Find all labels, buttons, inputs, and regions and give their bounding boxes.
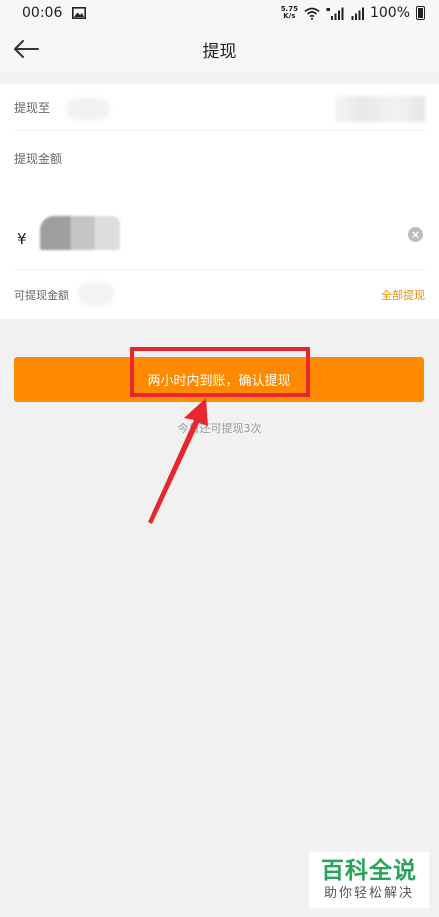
back-arrow-icon (14, 40, 39, 58)
account-name-mask (66, 98, 110, 120)
confirm-button-label: 两小时内到账，确认提现 (147, 374, 291, 389)
account-info-mask (335, 96, 425, 122)
amount-input-row[interactable]: ¥ × (14, 202, 425, 270)
signal-4g-icon (326, 7, 344, 20)
annotation-arrow-icon (148, 398, 208, 524)
watermark-subtitle: 助你轻松解决 (323, 886, 414, 901)
currency-symbol: ¥ (17, 230, 27, 248)
available-row: 可提现金额 全部提现 (14, 270, 425, 319)
status-bar: 00:06 5.75 K/s 100% (0, 0, 439, 26)
clear-icon[interactable]: × (408, 227, 423, 242)
signal-e-icon (351, 7, 364, 20)
status-right: 5.75 K/s 100% (281, 5, 425, 21)
withdraw-to-label: 提现至 (14, 100, 51, 115)
watermark-logo: 百科全说 助你轻松解决 (309, 852, 429, 908)
battery-percent: 100% (369, 5, 410, 21)
amount-value-mask (40, 216, 120, 250)
image-notification-icon (72, 7, 87, 19)
withdraw-card: 提现至 提现金额 ¥ × 可提现金额 全部提现 (0, 84, 439, 319)
withdraw-all-link[interactable]: 全部提现 (381, 287, 425, 303)
available-amount-mask (78, 282, 114, 306)
status-time: 00:06 (22, 5, 63, 21)
back-button[interactable] (12, 35, 44, 63)
available-label: 可提现金额 (14, 288, 69, 302)
watermark-title: 百科全说 (321, 858, 417, 884)
status-left: 00:06 (22, 5, 87, 21)
withdraw-to-row[interactable]: 提现至 (14, 84, 425, 131)
page-title: 提现 (202, 41, 237, 62)
battery-icon (416, 6, 425, 20)
amount-label: 提现金额 (14, 152, 63, 166)
wifi-icon (304, 7, 320, 20)
net-speed: 5.75 K/s (280, 5, 298, 20)
nav-bar: 提现 (0, 26, 439, 72)
